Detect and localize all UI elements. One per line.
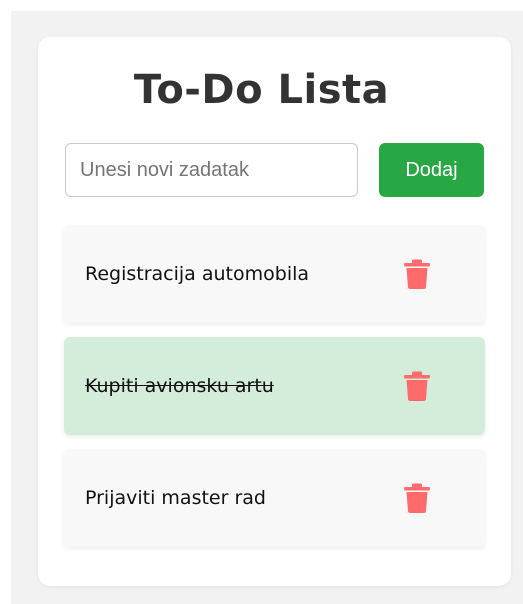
task-label: Prijaviti master rad xyxy=(85,487,266,509)
new-task-input[interactable] xyxy=(65,143,358,197)
task-item[interactable]: Prijaviti master rad xyxy=(64,449,485,547)
add-task-button[interactable]: Dodaj xyxy=(379,143,484,197)
page-title: To-Do Lista xyxy=(133,67,390,113)
task-label: Registracija automobila xyxy=(85,263,310,285)
trash-icon[interactable] xyxy=(404,371,430,401)
task-item-completed[interactable]: Kupiti avionsku artu xyxy=(64,337,485,435)
task-item[interactable]: Registracija automobila xyxy=(64,225,485,323)
task-label: Kupiti avionsku artu xyxy=(85,375,274,397)
trash-icon[interactable] xyxy=(404,483,430,513)
trash-icon[interactable] xyxy=(404,259,430,289)
